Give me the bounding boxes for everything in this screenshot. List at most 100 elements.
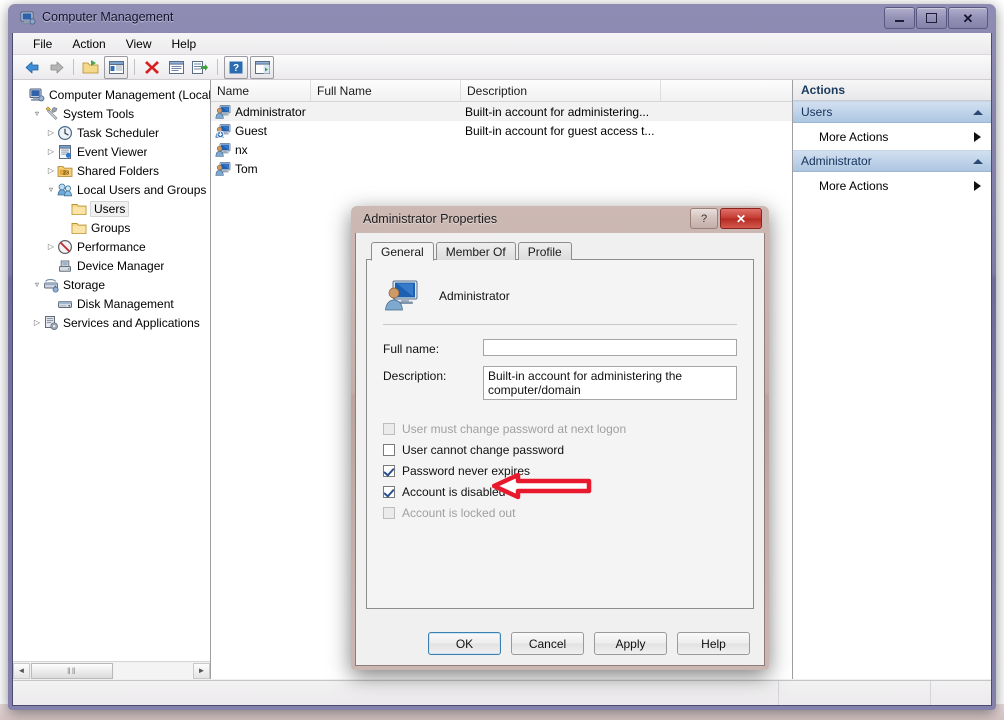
ok-button[interactable]: OK: [428, 632, 501, 655]
table-row[interactable]: Tom: [211, 159, 792, 178]
status-segment-3: [931, 681, 991, 705]
chevron-right-icon[interactable]: ▷: [31, 313, 43, 332]
dialog-titlebar[interactable]: Administrator Properties ? ✕: [355, 206, 765, 233]
submenu-arrow-icon[interactable]: [974, 180, 981, 191]
show-action-pane-icon[interactable]: [250, 55, 274, 79]
chevron-down-icon[interactable]: ▿: [31, 104, 43, 123]
close-button[interactable]: ✕: [948, 7, 988, 29]
chevron-down-icon[interactable]: ▿: [45, 180, 57, 199]
tree-item-label: Local Users and Groups: [77, 182, 207, 197]
tree-item-task-scheduler[interactable]: ▷ Task Scheduler: [13, 123, 210, 142]
chevron-right-icon[interactable]: ▷: [45, 142, 57, 161]
chevron-up-icon[interactable]: [973, 109, 983, 115]
column-header-full-name[interactable]: Full Name: [311, 80, 461, 101]
menubar: File Action View Help: [13, 33, 991, 55]
maximize-button[interactable]: [916, 7, 947, 29]
chevron-down-icon[interactable]: ▿: [31, 275, 43, 294]
checkbox-label: Account is locked out: [402, 505, 516, 520]
minimize-button[interactable]: [884, 7, 915, 29]
window-titlebar[interactable]: Computer Management ✕: [12, 4, 992, 33]
chevron-right-icon[interactable]: ▷: [45, 161, 57, 180]
dialog-help-button[interactable]: ?: [690, 208, 718, 229]
action-item-more-actions[interactable]: More Actions: [793, 172, 991, 199]
tree-item-computer-management-local[interactable]: Computer Management (Local: [13, 85, 210, 104]
toolbar-separator: [217, 59, 218, 75]
column-header-description[interactable]: Description: [461, 80, 661, 101]
submenu-arrow-icon[interactable]: [974, 131, 981, 142]
checkbox-account-is-locked-out: [383, 506, 395, 519]
chevron-right-icon[interactable]: ▷: [45, 237, 57, 256]
back-icon[interactable]: [21, 57, 43, 78]
tree-item-storage[interactable]: ▿ Storage: [13, 275, 210, 294]
table-row[interactable]: nx: [211, 140, 792, 159]
checkbox-row[interactable]: Account is disabled: [383, 481, 737, 502]
menu-action[interactable]: Action: [62, 35, 115, 53]
scroll-left-arrow[interactable]: ◄: [13, 662, 30, 679]
forward-icon[interactable]: [45, 57, 67, 78]
menu-view[interactable]: View: [116, 35, 162, 53]
cell-name: Guest: [211, 123, 311, 139]
chevron-up-icon[interactable]: [973, 158, 983, 164]
tab-profile[interactable]: Profile: [517, 242, 572, 260]
full-name-input[interactable]: [483, 339, 737, 356]
action-item-more-actions[interactable]: More Actions: [793, 123, 991, 150]
table-row[interactable]: Administrator Built-in account for admini…: [211, 102, 792, 121]
column-header-name[interactable]: Name: [211, 80, 311, 101]
tree-item-label: Storage: [63, 277, 106, 292]
menu-file[interactable]: File: [23, 35, 62, 53]
tree-item-disk-management[interactable]: Disk Management: [13, 294, 210, 313]
tree-item-shared-folders[interactable]: ▷ 23 Shared Folders: [13, 161, 210, 180]
tree-item-label: Device Manager: [77, 258, 165, 273]
tree-item-users[interactable]: Users: [13, 199, 210, 218]
help-icon[interactable]: ?: [224, 55, 248, 79]
tree-item-label: Users: [90, 200, 130, 217]
show-hide-console-tree-icon[interactable]: [80, 57, 102, 78]
tree-item-system-tools[interactable]: ▿ System Tools: [13, 104, 210, 123]
apply-button[interactable]: Apply: [594, 632, 667, 655]
console-tree-pane: Computer Management (Local ▿ System Tools ▷…: [13, 80, 211, 679]
description-input[interactable]: Built-in account for administering the c…: [483, 366, 737, 400]
tree-horizontal-scrollbar[interactable]: ◄ ‖‖ ►: [13, 661, 210, 679]
user-icon: [215, 104, 231, 120]
chevron-right-icon[interactable]: ▷: [45, 123, 57, 142]
delete-icon[interactable]: [141, 57, 163, 78]
tree-item-event-viewer[interactable]: ▷ Event Viewer: [13, 142, 210, 161]
cancel-button[interactable]: Cancel: [511, 632, 584, 655]
menu-help[interactable]: Help: [162, 35, 207, 53]
scroll-thumb[interactable]: ‖‖: [31, 662, 113, 679]
cell-name: Tom: [211, 161, 311, 177]
scroll-right-arrow[interactable]: ►: [193, 662, 210, 679]
tree-item-device-manager[interactable]: Device Manager: [13, 256, 210, 275]
user-icon: [215, 142, 231, 158]
checkbox-account-is-disabled[interactable]: [383, 485, 395, 498]
actions-group-header-administrator[interactable]: Administrator: [793, 150, 991, 172]
dialog-close-button[interactable]: ✕: [720, 208, 762, 229]
list-column-headers: Name Full Name Description: [211, 80, 792, 102]
tree-item-groups[interactable]: Groups: [13, 218, 210, 237]
checkbox-label: User must change password at next logon: [402, 421, 627, 436]
checkbox-user-cannot-change-password[interactable]: [383, 443, 395, 456]
export-list-icon[interactable]: [189, 57, 211, 78]
tree-item-performance[interactable]: ▷ Performance: [13, 237, 210, 256]
help-button[interactable]: Help: [677, 632, 750, 655]
column-header-blank[interactable]: [661, 80, 792, 101]
tree-item-label: Computer Management (Local: [49, 87, 210, 102]
properties-icon[interactable]: [104, 55, 128, 79]
checkbox-row[interactable]: User cannot change password: [383, 439, 737, 460]
actions-group-header-users[interactable]: Users: [793, 101, 991, 123]
refresh-icon[interactable]: [165, 57, 187, 78]
toolbar-separator: [73, 59, 74, 75]
tree-item-label: Services and Applications: [63, 315, 200, 330]
clock-icon: [57, 125, 73, 141]
checkbox-user-must-change-password-at-next-logon: [383, 422, 395, 435]
scroll-track[interactable]: [113, 662, 193, 679]
services-icon: [43, 315, 59, 331]
tab-general[interactable]: General: [371, 242, 434, 261]
tree-item-services-and-applications[interactable]: ▷ Services and Applications: [13, 313, 210, 332]
user-disabled-icon: [215, 123, 231, 139]
tree-item-local-users-and-groups[interactable]: ▿ Local Users and Groups: [13, 180, 210, 199]
checkbox-password-never-expires[interactable]: [383, 464, 395, 477]
table-row[interactable]: Guest Built-in account for guest access t…: [211, 121, 792, 140]
checkbox-row[interactable]: Password never expires: [383, 460, 737, 481]
tab-member-of[interactable]: Member Of: [435, 242, 516, 260]
